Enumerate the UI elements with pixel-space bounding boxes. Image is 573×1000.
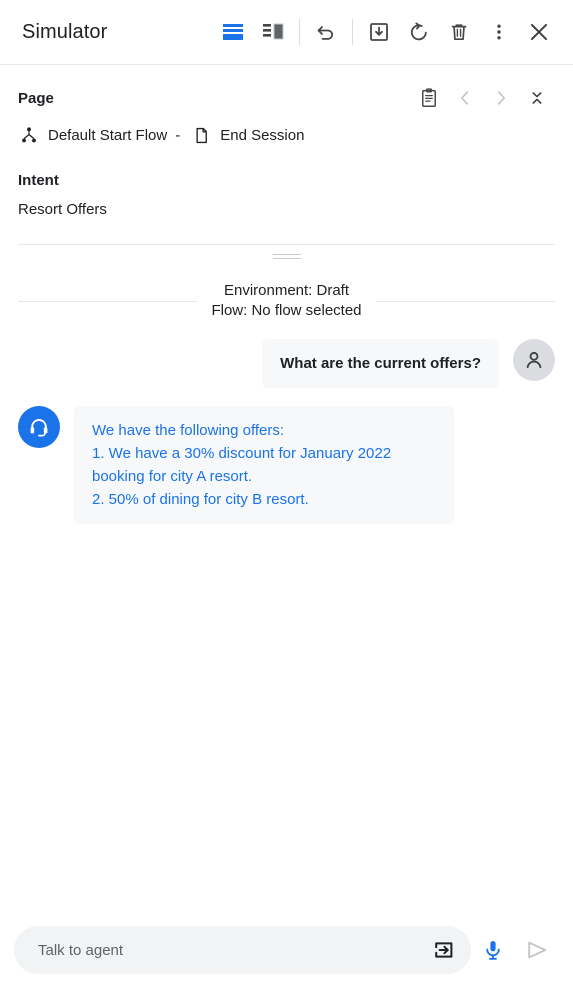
horizontal-split-view-button[interactable] — [213, 12, 253, 52]
chevron-left-icon — [461, 91, 469, 105]
delete-button[interactable] — [439, 12, 479, 52]
avatar-user — [513, 339, 555, 381]
close-button[interactable] — [519, 12, 559, 52]
enter-box-icon — [435, 942, 453, 958]
toolbar-divider-2 — [352, 19, 353, 45]
resize-grip-icon — [272, 251, 301, 262]
microphone-icon — [486, 941, 500, 960]
user-message-text: What are the current offers? — [262, 339, 499, 388]
trash-icon — [451, 24, 467, 41]
page-title: Simulator — [22, 20, 108, 43]
save-to-box-icon — [370, 23, 388, 41]
more-options-button[interactable] — [479, 12, 519, 52]
person-icon — [526, 351, 542, 369]
simulator-panel: Simulator Page Default Start Flow - End … — [0, 0, 573, 1000]
panel-resize-handle[interactable] — [0, 245, 573, 267]
undo-button[interactable] — [306, 12, 346, 52]
intent-label: Intent — [18, 172, 59, 189]
flow-tree-icon — [18, 124, 40, 146]
close-icon — [530, 23, 548, 41]
headset-icon — [30, 419, 48, 437]
toolbar-actions — [213, 12, 559, 52]
undo-icon — [317, 26, 334, 40]
restart-icon — [410, 22, 427, 41]
message-row-agent: We have the following offers: 1. We have… — [18, 406, 555, 524]
composer-field[interactable] — [14, 926, 471, 974]
session-environment: Environment: Draft — [223, 282, 350, 299]
chevron-right-icon — [497, 91, 505, 105]
send-button[interactable] — [515, 928, 559, 972]
session-divider-rule-left — [18, 300, 198, 302]
toolbar-divider-1 — [299, 19, 300, 45]
next-page-button[interactable] — [483, 82, 519, 114]
breadcrumb: Default Start Flow - End Session — [18, 124, 555, 146]
top-toolbar: Simulator — [0, 0, 573, 65]
intent-block: Intent Resort Offers — [18, 172, 555, 218]
session-divider-rule-right — [375, 300, 555, 302]
breadcrumb-page-name[interactable]: End Session — [220, 127, 304, 144]
page-document-icon — [190, 124, 212, 146]
avatar-agent — [18, 406, 60, 448]
breadcrumb-flow-name[interactable]: Default Start Flow — [48, 127, 167, 144]
page-label: Page — [18, 89, 54, 107]
conversation-area: Environment: Draft Flow: No flow selecte… — [0, 267, 573, 926]
session-flow: Flow: No flow selected — [211, 302, 362, 319]
notes-button[interactable] — [411, 82, 447, 114]
page-header-actions — [411, 82, 555, 114]
talk-to-agent-input[interactable] — [38, 941, 425, 959]
page-header-row: Page — [18, 83, 555, 113]
session-divider: Environment: Draft Flow: No flow selecte… — [18, 281, 555, 321]
vertical-split-icon — [263, 23, 284, 40]
more-vert-icon — [497, 24, 501, 40]
save-button[interactable] — [359, 12, 399, 52]
page-info-panel: Page Default Start Flow - End Session In… — [0, 65, 573, 245]
message-row-user: What are the current offers? — [18, 339, 555, 388]
collapse-panel-button[interactable] — [519, 82, 555, 114]
notes-clipboard-icon — [422, 88, 436, 107]
agent-message-text: We have the following offers: 1. We have… — [74, 406, 454, 524]
breadcrumb-separator: - — [175, 126, 181, 144]
enter-input-button[interactable] — [425, 931, 463, 969]
previous-page-button[interactable] — [447, 82, 483, 114]
microphone-button[interactable] — [471, 928, 515, 972]
collapse-icon — [532, 92, 542, 104]
horizontal-split-icon — [223, 24, 243, 40]
composer — [0, 926, 573, 1000]
session-meta: Environment: Draft Flow: No flow selecte… — [197, 281, 375, 321]
vertical-split-view-button[interactable] — [253, 12, 293, 52]
send-icon — [528, 941, 547, 959]
restart-button[interactable] — [399, 12, 439, 52]
intent-value: Resort Offers — [18, 201, 107, 218]
